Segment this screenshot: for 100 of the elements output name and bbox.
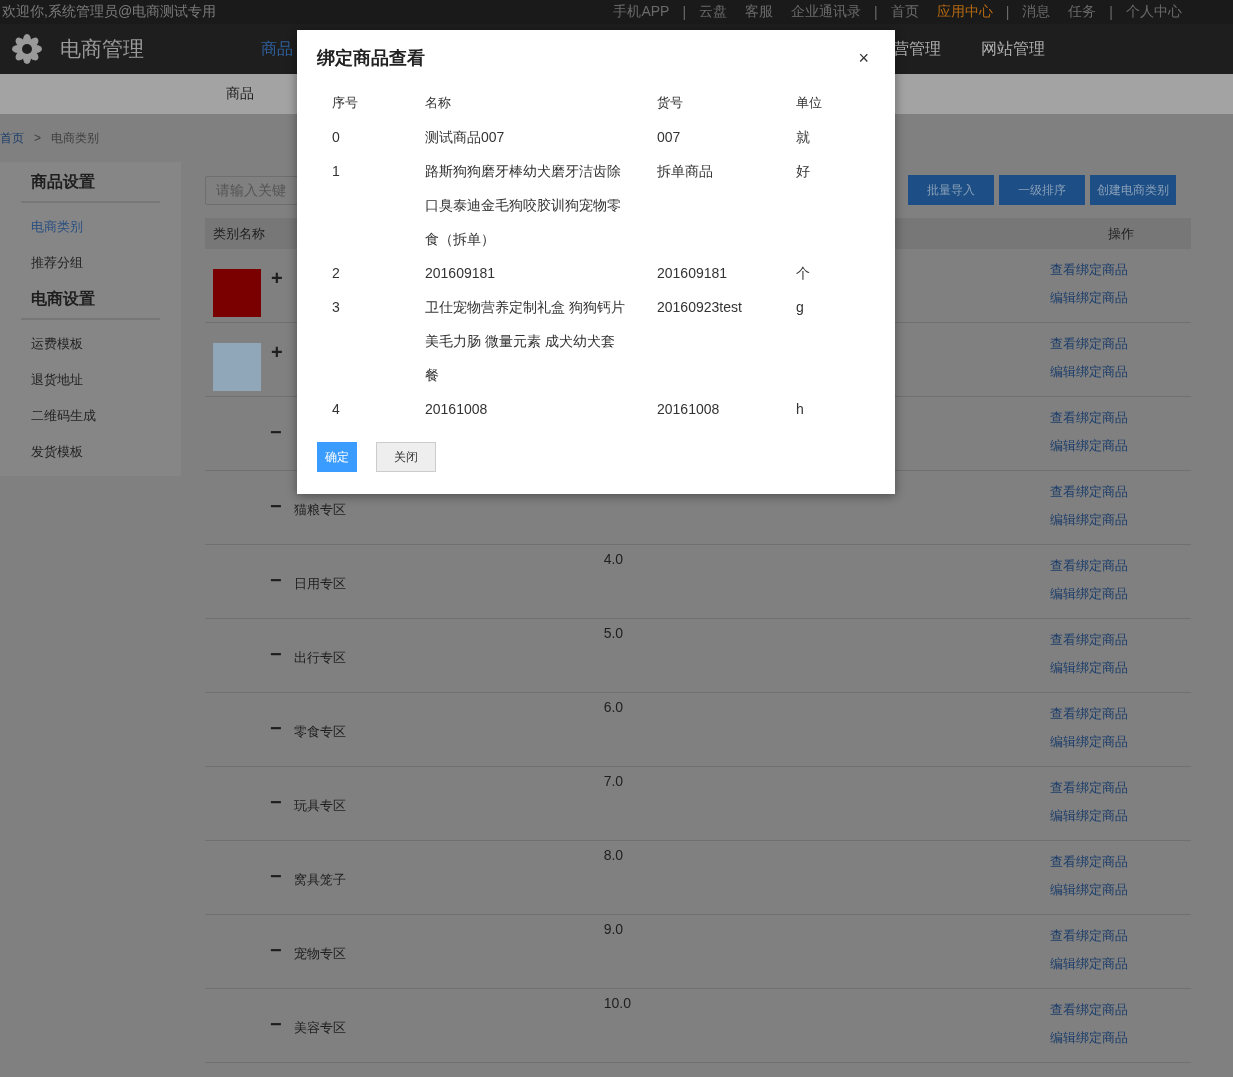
sidebar-item[interactable]: 电商类别 bbox=[0, 209, 181, 245]
action-link[interactable]: 查看绑定商品 bbox=[1050, 483, 1191, 501]
top-link[interactable]: 个人中心 bbox=[1126, 3, 1182, 21]
separator: | bbox=[1109, 4, 1113, 20]
top-link[interactable]: 应用中心 bbox=[936, 3, 993, 21]
action-link[interactable]: 查看绑定商品 bbox=[1050, 927, 1191, 945]
table-cell-text: 20161008 bbox=[424, 400, 489, 419]
sub-nav-tab[interactable]: 商品 bbox=[226, 85, 254, 103]
action-link[interactable]: 查看绑定商品 bbox=[1050, 853, 1191, 871]
table-cell-text: 201609181 bbox=[656, 264, 729, 283]
table-cell-text: 拆单商品 bbox=[656, 162, 714, 181]
action-link[interactable]: 编辑绑定商品 bbox=[1050, 437, 1191, 455]
action-link[interactable]: 编辑绑定商品 bbox=[1050, 881, 1191, 899]
breadcrumb-current: 电商类别 bbox=[51, 129, 99, 147]
top-link[interactable]: 手机APP bbox=[613, 3, 670, 21]
top-link[interactable]: 客服 bbox=[745, 3, 774, 21]
column-header: 操作 bbox=[1108, 224, 1134, 243]
top-link[interactable]: 任务 bbox=[1068, 3, 1097, 21]
separator: | bbox=[874, 4, 878, 20]
table-cell-text: h bbox=[795, 400, 805, 419]
expand-toggle[interactable]: − bbox=[270, 791, 282, 813]
action-link[interactable]: 查看绑定商品 bbox=[1050, 261, 1191, 279]
expand-toggle[interactable]: − bbox=[270, 495, 282, 517]
category-name: 玩具专区 bbox=[293, 797, 347, 813]
toolbar-button[interactable]: 创建电商类别 bbox=[1090, 175, 1176, 205]
sort-value: 9.0 bbox=[603, 921, 625, 937]
column-header: 名称 bbox=[424, 94, 452, 112]
separator: | bbox=[1005, 4, 1010, 20]
dialog-button[interactable]: 关闭 bbox=[376, 442, 436, 472]
top-link[interactable]: 消息 bbox=[1022, 3, 1051, 21]
sort-value: 7.0 bbox=[603, 773, 625, 789]
action-link[interactable]: 编辑绑定商品 bbox=[1050, 807, 1191, 825]
category-name: 美容专区 bbox=[293, 1019, 347, 1035]
table-cell-text: 卫仕宠物营养定制礼盒 狗狗钙片美毛力肠 微量元素 成犬幼犬套餐 bbox=[424, 298, 626, 385]
nav-tab[interactable]: 网站管理 bbox=[981, 38, 1045, 60]
category-name: 宠物专区 bbox=[293, 945, 347, 961]
expand-toggle[interactable]: − bbox=[270, 717, 282, 739]
action-link[interactable]: 查看绑定商品 bbox=[1050, 779, 1191, 797]
sidebar-heading: 电商设置 bbox=[21, 285, 160, 320]
breadcrumb-link[interactable]: 首页 bbox=[0, 129, 24, 147]
breadcrumb-separator: > bbox=[34, 131, 41, 145]
dialog-title: 绑定商品查看 bbox=[317, 47, 425, 70]
action-link[interactable]: 查看绑定商品 bbox=[1050, 335, 1191, 353]
nav-tab[interactable]: 营管理 bbox=[893, 38, 941, 60]
top-link[interactable]: 企业通讯录 bbox=[791, 3, 862, 21]
action-link[interactable]: 编辑绑定商品 bbox=[1050, 585, 1191, 603]
action-link[interactable]: 编辑绑定商品 bbox=[1050, 733, 1191, 751]
action-link[interactable]: 编辑绑定商品 bbox=[1050, 511, 1191, 529]
sort-value: 5.0 bbox=[603, 625, 625, 641]
table-cell-text: 0 bbox=[331, 128, 341, 147]
action-link[interactable]: 查看绑定商品 bbox=[1050, 557, 1191, 575]
table-cell-text: 2 bbox=[331, 264, 341, 283]
action-link[interactable]: 查看绑定商品 bbox=[1050, 409, 1191, 427]
category-name: 猫粮专区 bbox=[293, 501, 347, 517]
action-link[interactable]: 查看绑定商品 bbox=[1050, 705, 1191, 723]
expand-toggle[interactable]: − bbox=[270, 939, 282, 961]
table-cell-text: 个 bbox=[795, 264, 811, 283]
confirm-button[interactable]: 确定 bbox=[317, 442, 357, 472]
top-link[interactable]: 首页 bbox=[890, 3, 919, 21]
table-cell-text: 就 bbox=[795, 128, 811, 147]
sidebar-item[interactable]: 运费模板 bbox=[0, 326, 181, 362]
expand-toggle[interactable]: − bbox=[270, 865, 282, 887]
close-button[interactable]: × bbox=[852, 47, 875, 69]
sidebar-item[interactable]: 发货模板 bbox=[0, 434, 181, 470]
action-link[interactable]: 编辑绑定商品 bbox=[1050, 289, 1191, 307]
action-link[interactable]: 编辑绑定商品 bbox=[1050, 363, 1191, 381]
table-cell-text: 好 bbox=[795, 162, 811, 181]
action-link[interactable]: 查看绑定商品 bbox=[1050, 631, 1191, 649]
expand-toggle[interactable]: − bbox=[270, 643, 282, 665]
top-link[interactable]: 云盘 bbox=[699, 3, 728, 21]
separator: | bbox=[682, 4, 687, 20]
expand-toggle[interactable]: + bbox=[271, 267, 283, 289]
action-link[interactable]: 查看绑定商品 bbox=[1050, 1001, 1191, 1019]
flower-icon bbox=[12, 34, 42, 64]
sidebar-item[interactable]: 退货地址 bbox=[0, 362, 181, 398]
nav-tab[interactable]: 商品 bbox=[261, 38, 293, 60]
category-name: 窝具笼子 bbox=[293, 871, 347, 887]
sidebar-item[interactable]: 推荐分组 bbox=[0, 245, 181, 281]
expand-toggle[interactable]: + bbox=[271, 341, 283, 363]
expand-toggle[interactable]: − bbox=[270, 421, 282, 443]
action-link[interactable]: 编辑绑定商品 bbox=[1050, 955, 1191, 973]
logo-text: 电商管理 bbox=[60, 36, 144, 62]
table-cell-text: 测试商品007 bbox=[424, 128, 506, 147]
column-header: 类别名称 bbox=[213, 224, 265, 243]
category-name: 零食专区 bbox=[293, 723, 347, 739]
action-link[interactable]: 编辑绑定商品 bbox=[1050, 659, 1191, 677]
column-header: 货号 bbox=[656, 94, 684, 112]
category-name: 出行专区 bbox=[293, 649, 347, 665]
column-header: 序号 bbox=[331, 94, 359, 112]
expand-toggle[interactable]: − bbox=[270, 1013, 282, 1035]
table-cell-text: 3 bbox=[331, 298, 341, 317]
sidebar-heading: 商品设置 bbox=[21, 168, 160, 203]
table-cell-text: 20160923test bbox=[656, 298, 743, 317]
toolbar-button[interactable]: 批量导入 bbox=[908, 175, 994, 205]
sidebar-item[interactable]: 二维码生成 bbox=[0, 398, 181, 434]
expand-toggle[interactable]: − bbox=[270, 569, 282, 591]
action-link[interactable]: 编辑绑定商品 bbox=[1050, 1029, 1191, 1047]
sort-value: 4.0 bbox=[603, 551, 625, 567]
sort-value: 6.0 bbox=[603, 699, 625, 715]
toolbar-button[interactable]: 一级排序 bbox=[999, 175, 1085, 205]
